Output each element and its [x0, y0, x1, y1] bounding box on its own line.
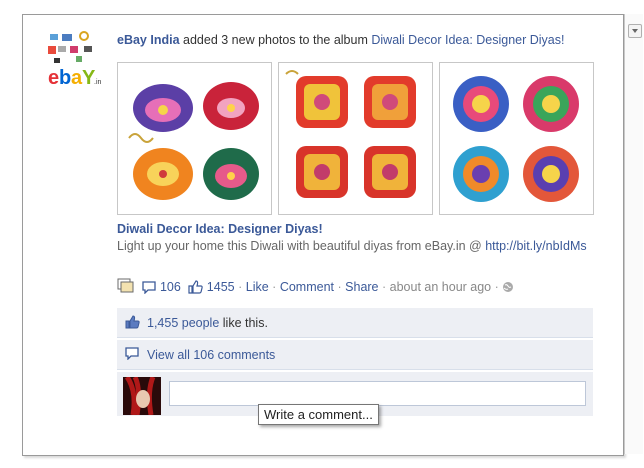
- feedback-section: 1,455 people like this. View all 106 com…: [117, 308, 593, 416]
- user-avatar[interactable]: [123, 375, 161, 416]
- comment-tooltip: Write a comment...: [258, 404, 379, 425]
- view-all-comments-link[interactable]: View all 106 comments: [147, 348, 275, 362]
- comment-bubble-icon: [125, 347, 139, 363]
- photo-thumbnail[interactable]: [117, 62, 272, 215]
- photo-thumbnail[interactable]: [278, 62, 433, 215]
- separator: ·: [337, 280, 342, 294]
- scroll-down-arrow-icon[interactable]: [628, 24, 642, 38]
- photo-thumbnail[interactable]: [439, 62, 594, 215]
- svg-text:e: e: [48, 67, 59, 89]
- likes-text: 1,455 people like this.: [147, 316, 268, 330]
- separator: ·: [238, 280, 243, 294]
- comment-button[interactable]: Comment: [280, 280, 334, 294]
- description-text: Light up your home this Diwali with beau…: [117, 239, 482, 253]
- post-title-link[interactable]: Diwali Decor Idea: Designer Diyas!: [117, 222, 323, 236]
- scrollbar[interactable]: [624, 14, 643, 454]
- likes-suffix: like this.: [222, 316, 268, 330]
- album-link[interactable]: Diwali Decor Idea: Designer Diyas!: [371, 33, 564, 47]
- separator: ·: [382, 280, 387, 294]
- external-link[interactable]: http://bit.ly/nbIdMs: [485, 239, 586, 253]
- likes-summary: 1,455 people like this.: [117, 308, 593, 338]
- comment-count[interactable]: 106: [160, 280, 181, 294]
- thumbs-up-icon: [125, 315, 140, 332]
- like-count[interactable]: 1455: [207, 280, 235, 294]
- thumbs-up-icon: [188, 280, 204, 297]
- story-actions: 106 1455 · Like · Comment · Share · abou…: [117, 278, 514, 297]
- like-button[interactable]: Like: [246, 280, 269, 294]
- globe-icon[interactable]: [502, 281, 514, 296]
- comment-bubble-icon: [142, 281, 157, 297]
- app-icon: [117, 278, 135, 297]
- post-description: Light up your home this Diwali with beau…: [117, 239, 587, 253]
- actor-link[interactable]: eBay India: [117, 33, 180, 47]
- timestamp[interactable]: about an hour ago: [390, 280, 491, 294]
- story-headline: eBay India added 3 new photos to the alb…: [117, 33, 565, 47]
- svg-text:b: b: [59, 67, 71, 89]
- likes-count-link[interactable]: 1,455 people: [147, 316, 219, 330]
- view-comments-row[interactable]: View all 106 comments: [117, 340, 593, 370]
- headline-verb: added 3 new photos to the album: [183, 33, 368, 47]
- svg-text:.in: .in: [94, 79, 102, 86]
- comment-input[interactable]: [169, 381, 586, 406]
- separator: ·: [494, 280, 499, 294]
- share-button[interactable]: Share: [345, 280, 378, 294]
- ebay-page-avatar[interactable]: e b a Y .in: [46, 28, 102, 90]
- separator: ·: [272, 280, 277, 294]
